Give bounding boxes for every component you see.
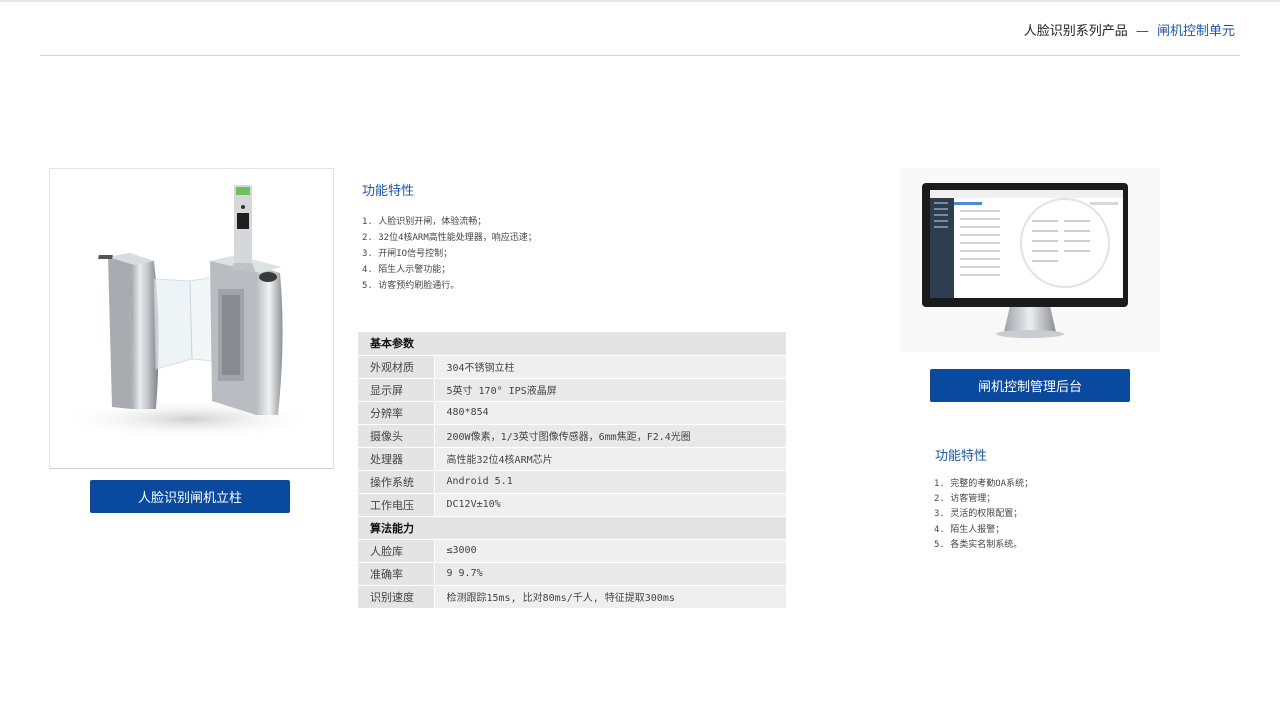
spec-key: 人脸库 <box>358 539 435 563</box>
turnstile-product-image <box>49 168 334 469</box>
table-row: 显示屏 5英寸 170° IPS液晶屏 <box>358 378 786 402</box>
spec-value: 9 9.7% <box>434 562 786 586</box>
turnstile-pillar-button[interactable]: 人脸识别闸机立柱 <box>90 480 290 513</box>
section-algo-params: 算法能力 <box>358 516 786 540</box>
list-item: 1. 人脸识别开闸，体验流畅； <box>362 217 487 227</box>
table-row: 处理器 高性能32位4核ARM芯片 <box>358 447 786 471</box>
list-item: 2. 访客管理； <box>934 494 996 505</box>
header-dash: — <box>1135 24 1149 39</box>
management-backend-button[interactable]: 闸机控制管理后台 <box>930 369 1130 402</box>
spec-value: Android 5.1 <box>434 470 786 494</box>
series-title: 人脸识别系列产品 <box>1023 24 1128 39</box>
spec-value: ≤3000 <box>434 539 786 563</box>
page-header: 人脸识别系列产品 — 闸机控制单元 <box>1024 20 1235 39</box>
spec-key: 外观材质 <box>358 355 435 379</box>
list-item: 5. 各类实名制系统。 <box>934 539 1023 550</box>
list-item: 3. 灵活的权限配置； <box>934 509 1023 520</box>
table-row: 外观材质 304不锈钢立柱 <box>358 355 786 379</box>
header-divider <box>40 55 1240 56</box>
table-row: 摄像头 200W像素，1/3英寸图像传感器，6mm焦距，F2.4光圈 <box>358 424 786 448</box>
table-section-row: 算法能力 <box>358 516 786 540</box>
table-row: 操作系统 Android 5.1 <box>358 470 786 494</box>
list-item: 1. 完整的考勤OA系统； <box>934 479 1034 489</box>
list-item: 5. 访客预约刷脸通行。 <box>362 281 460 291</box>
features-list-left: 1. 人脸识别开闸，体验流畅； 2. 32位4核ARM高性能处理器，响应迅速； … <box>362 214 537 294</box>
section-basic-params: 基本参数 <box>358 332 786 356</box>
spec-key: 分辨率 <box>358 401 435 425</box>
list-item: 3. 开闸IO信号控制； <box>362 249 453 259</box>
spec-value: DC12V±10% <box>434 493 786 517</box>
list-item: 4. 陌生人报警； <box>934 524 1005 535</box>
section-subtitle: 闸机控制单元 <box>1156 24 1235 39</box>
table-row: 工作电压 DC12V±10% <box>358 493 786 517</box>
table-section-row: 基本参数 <box>358 332 786 356</box>
spec-key: 工作电压 <box>358 493 435 517</box>
table-row: 识别速度 检测跟踪15ms, 比对80ms/千人, 特征提取300ms <box>358 585 786 609</box>
table-row: 准确率 9 9.7% <box>358 562 786 586</box>
spec-key: 摄像头 <box>358 424 435 448</box>
spec-key: 显示屏 <box>358 378 435 402</box>
spec-value: 检测跟踪15ms, 比对80ms/千人, 特征提取300ms <box>434 585 786 609</box>
turnstile-illustration <box>60 185 320 439</box>
spec-value: 304不锈钢立柱 <box>434 355 786 379</box>
table-row: 人脸库 ≤3000 <box>358 539 786 563</box>
top-edge-divider <box>0 0 1280 2</box>
monitor-illustration <box>922 183 1128 338</box>
spec-value: 200W像素，1/3英寸图像传感器，6mm焦距，F2.4光圈 <box>434 424 786 448</box>
features-title-right: 功能特性 <box>935 449 988 464</box>
spec-value: 5英寸 170° IPS液晶屏 <box>434 378 786 402</box>
spec-key: 准确率 <box>358 562 435 586</box>
list-item: 2. 32位4核ARM高性能处理器，响应迅速； <box>362 233 537 243</box>
backend-monitor-image <box>900 168 1160 352</box>
spec-value: 480*854 <box>434 401 786 425</box>
spec-key: 处理器 <box>358 447 435 471</box>
list-item: 4. 陌生人示警功能； <box>362 265 451 275</box>
spec-value: 高性能32位4核ARM芯片 <box>434 447 786 471</box>
features-title-left: 功能特性 <box>362 184 415 199</box>
spec-key: 识别速度 <box>358 585 435 609</box>
spec-table: 基本参数 外观材质 304不锈钢立柱 显示屏 5英寸 170° IPS液晶屏 分辨率… <box>358 332 786 609</box>
table-row: 分辨率 480*854 <box>358 401 786 425</box>
features-list-right: 1. 完整的考勤OA系统； 2. 访客管理； 3. 灵活的权限配置； 4. 陌生… <box>934 477 1033 553</box>
spec-key: 操作系统 <box>358 470 435 494</box>
